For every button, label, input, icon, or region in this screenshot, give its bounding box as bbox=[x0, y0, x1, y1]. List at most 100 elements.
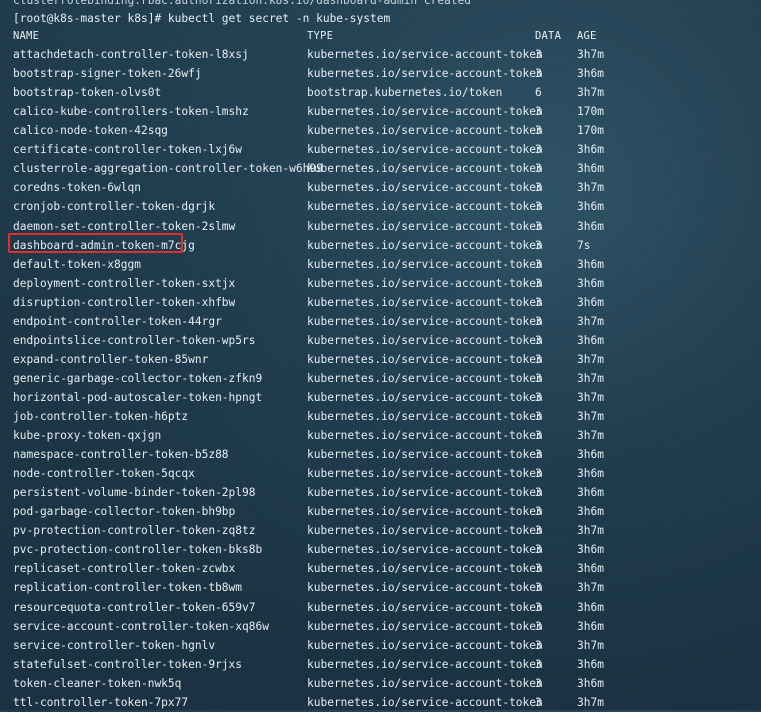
secret-age: 3h6m bbox=[577, 467, 604, 481]
secret-type: kubernetes.io/service-account-token bbox=[307, 238, 543, 252]
secret-data-count: 3 bbox=[535, 257, 542, 271]
secret-type: kubernetes.io/service-account-token bbox=[307, 600, 543, 614]
secret-name: pod-garbage-collector-token-bh9bp bbox=[13, 505, 236, 519]
secret-name: token-cleaner-token-nwk5q bbox=[13, 676, 182, 690]
table-row: ttl-controller-token-7px77 kubernetes.io/… bbox=[13, 693, 758, 712]
secret-name: service-controller-token-hgnlv bbox=[13, 638, 216, 652]
secret-age: 3h6m bbox=[577, 295, 604, 309]
table-row: deployment-controller-token-sxtjx kuberne… bbox=[13, 274, 758, 293]
secret-data-count: 3 bbox=[535, 657, 542, 671]
secret-name: statefulset-controller-token-9rjxs bbox=[13, 657, 243, 671]
secret-age: 7s bbox=[577, 238, 591, 252]
secret-type: kubernetes.io/service-account-token bbox=[307, 390, 543, 404]
secret-type: kubernetes.io/service-account-token bbox=[307, 257, 543, 271]
table-row: pv-protection-controller-token-zq8tz kube… bbox=[13, 521, 758, 540]
secret-type: kubernetes.io/service-account-token bbox=[307, 638, 543, 652]
secret-name: dashboard-admin-token-m7cjg bbox=[13, 238, 195, 252]
table-header: NAME TYPE DATA AGE bbox=[13, 27, 758, 46]
secret-age: 3h6m bbox=[577, 162, 604, 176]
header-data: DATA bbox=[535, 30, 562, 42]
secret-age: 3h6m bbox=[577, 257, 604, 271]
secret-age: 3h6m bbox=[577, 276, 604, 290]
table-row: replicaset-controller-token-zcwbx kuberne… bbox=[13, 559, 758, 578]
secret-data-count: 3 bbox=[535, 409, 542, 423]
secret-age: 3h7m bbox=[577, 371, 604, 385]
secret-age: 3h6m bbox=[577, 676, 604, 690]
terminal-window[interactable]: clusterrolebinding.rbac.authorization.k8… bbox=[0, 0, 761, 710]
secret-type: kubernetes.io/service-account-token bbox=[307, 371, 543, 385]
secret-data-count: 3 bbox=[535, 600, 542, 614]
secret-data-count: 3 bbox=[535, 219, 542, 233]
secret-name: bootstrap-signer-token-26wfj bbox=[13, 67, 202, 80]
secret-name: expand-controller-token-85wnr bbox=[13, 352, 209, 366]
secret-name: kube-proxy-token-qxjgn bbox=[13, 429, 162, 442]
secret-age: 3h7m bbox=[577, 181, 604, 195]
table-row: calico-node-token-42sqg kubernetes.io/ser… bbox=[13, 121, 758, 140]
secret-age: 3h6m bbox=[577, 619, 604, 633]
secret-name: default-token-x8ggm bbox=[13, 257, 141, 271]
table-row: replication-controller-token-tb8wm kubern… bbox=[13, 578, 758, 597]
secret-type: kubernetes.io/service-account-token bbox=[307, 695, 543, 709]
secret-name: coredns-token-6wlqn bbox=[13, 181, 141, 195]
secret-name: pv-protection-controller-token-zq8tz bbox=[13, 524, 256, 538]
secret-age: 3h6m bbox=[577, 143, 604, 157]
secret-data-count: 3 bbox=[535, 524, 542, 538]
table-row: certificate-controller-token-lxj6w kubern… bbox=[13, 140, 758, 159]
secret-data-count: 3 bbox=[535, 124, 542, 138]
secret-age: 3h7m bbox=[577, 524, 604, 538]
table-row: daemon-set-controller-token-2slmw kuberne… bbox=[13, 217, 758, 236]
secret-age: 3h7m bbox=[577, 352, 604, 366]
secret-data-count: 6 bbox=[535, 86, 542, 100]
header-name: NAME bbox=[13, 30, 40, 42]
secret-data-count: 3 bbox=[535, 695, 542, 709]
table-row: pvc-protection-controller-token-bks8b kub… bbox=[13, 540, 758, 559]
secret-age: 3h6m bbox=[577, 333, 604, 347]
secret-name: disruption-controller-token-xhfbw bbox=[13, 295, 236, 309]
table-row: token-cleaner-token-nwk5q kubernetes.io/s… bbox=[13, 674, 758, 693]
secret-name: node-controller-token-5qcqx bbox=[13, 467, 195, 481]
secret-name: deployment-controller-token-sxtjx bbox=[13, 276, 236, 290]
table-row: pod-garbage-collector-token-bh9bp kuberne… bbox=[13, 502, 758, 521]
table-row: endpoint-controller-token-44rgr kubernete… bbox=[13, 312, 758, 331]
secret-type: kubernetes.io/service-account-token bbox=[307, 295, 543, 309]
secret-type: kubernetes.io/service-account-token bbox=[307, 48, 543, 61]
secret-name: certificate-controller-token-lxj6w bbox=[13, 143, 243, 157]
secret-data-count: 3 bbox=[535, 352, 542, 366]
secret-data-count: 3 bbox=[535, 162, 542, 176]
secret-age: 3h6m bbox=[577, 600, 604, 614]
secret-age: 3h7m bbox=[577, 409, 604, 423]
secret-data-count: 3 bbox=[535, 676, 542, 690]
secret-name: cronjob-controller-token-dgrjk bbox=[13, 200, 216, 214]
secret-age: 170m bbox=[577, 124, 604, 138]
table-row: disruption-controller-token-xhfbw kuberne… bbox=[13, 293, 758, 312]
secret-age: 3h6m bbox=[577, 486, 604, 500]
table-row: clusterrole-aggregation-controller-token… bbox=[13, 159, 758, 178]
secret-type: kubernetes.io/service-account-token bbox=[307, 314, 543, 328]
secret-name: clusterrole-aggregation-controller-token… bbox=[13, 162, 323, 176]
secret-type: kubernetes.io/service-account-token bbox=[307, 562, 543, 576]
secret-name: endpointslice-controller-token-wp5rs bbox=[13, 333, 256, 347]
secret-name: persistent-volume-binder-token-2pl98 bbox=[13, 486, 256, 500]
table-row: dashboard-admin-token-m7cjg kubernetes.io… bbox=[13, 236, 758, 255]
table-row: cronjob-controller-token-dgrjk kubernetes… bbox=[13, 197, 758, 216]
secret-age: 3h7m bbox=[577, 314, 604, 328]
table-row: namespace-controller-token-b5z88 kubernet… bbox=[13, 445, 758, 464]
secret-data-count: 3 bbox=[535, 333, 542, 347]
secret-data-count: 3 bbox=[535, 543, 542, 557]
header-type: TYPE bbox=[307, 30, 334, 42]
secret-type: kubernetes.io/service-account-token bbox=[307, 124, 543, 138]
secret-age: 3h6m bbox=[577, 448, 604, 462]
secret-data-count: 3 bbox=[535, 467, 542, 481]
header-age: AGE bbox=[577, 30, 597, 42]
secret-name: attachdetach-controller-token-l8xsj bbox=[13, 48, 249, 61]
secret-type: kubernetes.io/service-account-token bbox=[307, 676, 543, 690]
secret-age: 170m bbox=[577, 105, 604, 119]
table-row: horizontal-pod-autoscaler-token-hpngt kub… bbox=[13, 388, 758, 407]
secret-data-count: 3 bbox=[535, 448, 542, 462]
secret-data-count: 3 bbox=[535, 200, 542, 214]
table-row: service-controller-token-hgnlv kubernetes… bbox=[13, 636, 758, 655]
table-row: service-account-controller-token-xq86w ku… bbox=[13, 617, 758, 636]
secret-type: kubernetes.io/service-account-token bbox=[307, 543, 543, 557]
table-row: attachdetach-controller-token-l8xsj kuber… bbox=[13, 45, 758, 64]
secret-data-count: 3 bbox=[535, 238, 542, 252]
